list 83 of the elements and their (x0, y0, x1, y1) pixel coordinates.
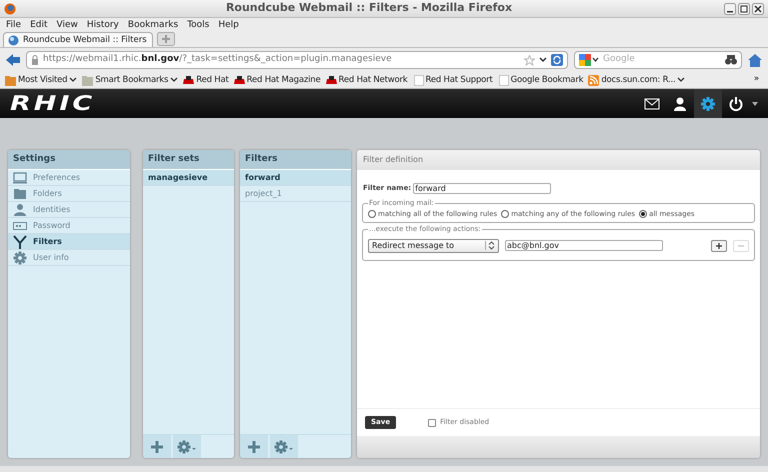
monitor-icon (13, 170, 27, 184)
google-icon (579, 54, 599, 66)
person-icon (13, 202, 27, 216)
panel-title: Filters (240, 150, 351, 170)
search-field[interactable]: Google (574, 51, 742, 69)
bookmark-item[interactable]: Google Bookmark (498, 74, 584, 86)
list-item[interactable]: forward (240, 170, 351, 186)
bookmark-item[interactable]: Red Hat Support (412, 74, 493, 86)
window-title: Roundcube Webmail :: Filters - Mozilla Firefox (224, 0, 514, 16)
tab-label: Roundcube Webmail :: Filters (23, 34, 147, 46)
settings-item[interactable]: Filters (8, 234, 130, 250)
list-item[interactable]: managesieve (143, 170, 234, 186)
up-down-arrows-icon (485, 241, 495, 250)
bookmark-item[interactable]: Most Visited (5, 74, 78, 86)
panel-title: Filter sets (143, 150, 234, 170)
chevron-icon (677, 77, 686, 83)
plus-icon (151, 441, 163, 453)
settings-button[interactable] (694, 89, 722, 118)
settings-icon (700, 96, 716, 112)
bookmark-item[interactable]: Red Hat (183, 74, 229, 86)
menu-item[interactable]: Help (218, 20, 239, 30)
back-arrow-icon[interactable] (6, 54, 20, 66)
gear-icon (177, 440, 197, 454)
plus-icon (716, 242, 722, 248)
menu-item[interactable]: Tools (187, 20, 210, 30)
menu-item[interactable]: History (86, 20, 119, 30)
address-bar[interactable]: https://webmail1.rhic.bnl.gov/?_task=settings&_action=plugin.managesieve (26, 51, 568, 69)
radio-button[interactable] (368, 210, 376, 218)
actions-menu-button[interactable] (270, 435, 298, 458)
lock-icon (31, 55, 39, 65)
bookmark-item[interactable]: Red Hat Magazine (234, 74, 321, 86)
add-button[interactable] (240, 435, 268, 458)
search-input[interactable]: Google (603, 53, 721, 67)
firefox-icon (4, 2, 16, 14)
chevron-icon (69, 77, 78, 83)
app-logo: RHIC (10, 93, 96, 114)
browser-tab[interactable]: Roundcube Webmail :: Filters (3, 32, 153, 47)
reload-icon (551, 54, 563, 66)
hat-icon (183, 74, 194, 86)
bookmark-item[interactable]: Red Hat Network (326, 74, 408, 86)
menu-item[interactable]: File (6, 20, 22, 30)
chevron-icon (170, 77, 178, 83)
home-icon[interactable] (748, 54, 762, 66)
page-icon (498, 74, 509, 86)
power-icon (728, 96, 744, 112)
bookmark-item[interactable]: docs.sun.com: R... (588, 74, 686, 86)
filter-name-field[interactable]: forward (413, 183, 552, 194)
radio-button[interactable] (501, 210, 510, 218)
page-icon (412, 74, 424, 86)
folder-icon (82, 74, 94, 86)
minimize-button[interactable] (724, 2, 736, 14)
panel-title: Filter definition (357, 150, 760, 170)
redirect-address-field[interactable]: abc@bnl.gov (505, 240, 663, 251)
menu-item[interactable]: View (56, 20, 78, 30)
hat-icon (326, 74, 337, 86)
menu-item[interactable]: Bookmarks (128, 20, 178, 30)
close-button[interactable] (752, 2, 764, 14)
funnel-icon (13, 234, 27, 248)
action-dropdown[interactable]: Redirect message to (368, 238, 499, 252)
folder-icon (5, 74, 16, 86)
mail-icon (644, 96, 660, 112)
gear-icon (13, 250, 27, 264)
menu-item[interactable]: Edit (30, 20, 48, 30)
overflow-chevron-button[interactable]: » (754, 73, 763, 87)
minus-icon (738, 244, 744, 246)
folder-icon (13, 186, 27, 200)
binoculars-icon (725, 55, 737, 65)
bookmark-item[interactable]: Smart Bookmarks (82, 74, 178, 86)
user-icon (672, 96, 688, 112)
add-action-button[interactable] (711, 240, 727, 252)
hat-icon (234, 74, 245, 86)
globe-icon (8, 34, 19, 46)
add-button[interactable] (143, 435, 171, 458)
gear-icon (274, 440, 294, 454)
actions-menu-button[interactable] (173, 435, 201, 458)
maximize-button[interactable] (738, 2, 750, 14)
rss-feed-icon (588, 74, 600, 86)
panel-title: Settings (8, 150, 130, 170)
radio-button[interactable] (639, 210, 648, 218)
star-icon (524, 54, 535, 66)
plus-icon (248, 441, 260, 453)
dropdown-arrow-icon (752, 102, 758, 106)
checkbox[interactable] (428, 418, 436, 426)
